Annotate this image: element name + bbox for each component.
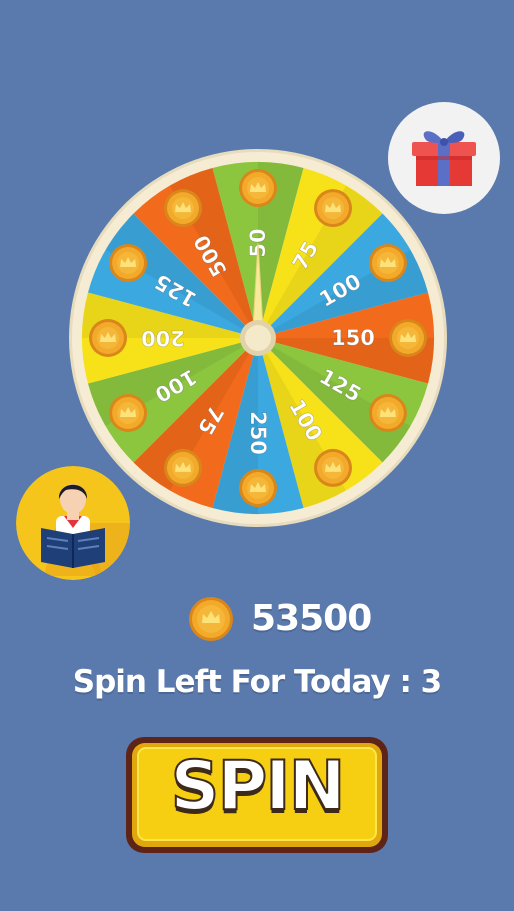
game-screen: 507510015012510025075100200125500 53500 … bbox=[0, 0, 514, 911]
coin-icon bbox=[368, 394, 407, 432]
coin-icon bbox=[189, 597, 233, 641]
coin-icon bbox=[164, 189, 202, 228]
spin-button-label: SPIN bbox=[169, 746, 346, 827]
wheel-segment-label: 150 bbox=[331, 326, 375, 350]
coin-icon bbox=[109, 244, 148, 282]
coin-balance-value: 53500 bbox=[251, 598, 372, 639]
wheel-segment-label: 200 bbox=[141, 326, 185, 350]
coin-icon bbox=[368, 244, 407, 282]
coin-icon bbox=[314, 448, 352, 487]
coin-icon bbox=[239, 169, 277, 207]
coin-icon bbox=[389, 319, 427, 357]
coin-icon bbox=[314, 189, 352, 228]
spins-left-text: Spin Left For Today : 3 bbox=[72, 664, 442, 700]
coin-icon bbox=[239, 469, 277, 507]
wheel-segment-label: 250 bbox=[246, 411, 270, 455]
coin-icon bbox=[109, 394, 148, 432]
wheel-hub bbox=[245, 325, 271, 351]
coin-icon bbox=[164, 448, 202, 487]
spin-button[interactable]: SPIN bbox=[126, 737, 388, 853]
coin-balance: 53500 bbox=[0, 594, 514, 644]
coin-icon bbox=[89, 319, 127, 357]
prize-wheel[interactable]: 507510015012510025075100200125500 bbox=[68, 148, 448, 528]
